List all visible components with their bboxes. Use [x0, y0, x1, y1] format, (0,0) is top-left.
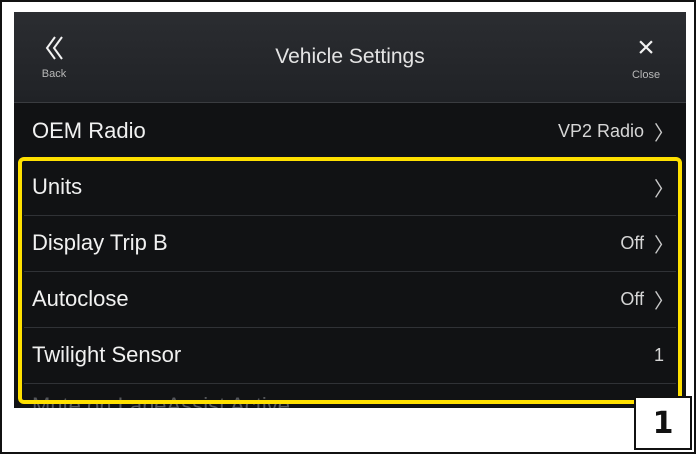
- chevron-right-icon: 〉: [654, 290, 674, 313]
- list-item-label: Autoclose: [32, 286, 129, 311]
- list-item-label: OEM Radio: [32, 118, 146, 143]
- callout-number: 1: [634, 396, 692, 450]
- list-item-value: Off: [620, 232, 644, 253]
- list-item-autoclose[interactable]: Autoclose Off 〉: [14, 271, 686, 327]
- chevron-right-icon: 〉: [654, 178, 674, 201]
- list-item-value: 1: [653, 344, 664, 365]
- chevron-right-icon: 〉: [654, 122, 674, 145]
- list-item-mute-on-laneassist[interactable]: Mute on LaneAssist Active: [14, 378, 686, 408]
- list-item-oem-radio[interactable]: OEM Radio VP2 Radio 〉: [14, 103, 686, 159]
- list-item-label: Display Trip B: [32, 230, 168, 255]
- page-title: Vehicle Settings: [275, 45, 425, 68]
- list-item-label: Units: [32, 174, 83, 199]
- title-bar: Vehicle Settings Back × Close: [14, 12, 686, 103]
- list-item-value: Off: [620, 288, 644, 309]
- list-item-display-trip-b[interactable]: Display Trip B Off 〉: [14, 215, 686, 271]
- list-item-units[interactable]: Units 〉: [14, 159, 686, 215]
- list-item-label: Twilight Sensor: [32, 342, 182, 367]
- close-icon: ×: [637, 31, 655, 64]
- back-label: Back: [41, 68, 67, 80]
- figure-frame: Vehicle Settings Back × Close OEM Radio …: [0, 0, 696, 454]
- double-chevron-left-icon: [45, 36, 63, 60]
- back-button[interactable]: Back: [14, 12, 94, 102]
- head-unit-screen: Vehicle Settings Back × Close OEM Radio …: [14, 12, 686, 408]
- list-item-label: Mute on LaneAssist Active: [32, 393, 291, 408]
- close-label: Close: [631, 69, 661, 81]
- list-item-twilight-sensor[interactable]: Twilight Sensor 1: [14, 327, 686, 383]
- list-item-value: VP2 Radio: [557, 120, 644, 141]
- close-button[interactable]: × Close: [606, 12, 686, 102]
- chevron-right-icon: 〉: [654, 234, 674, 257]
